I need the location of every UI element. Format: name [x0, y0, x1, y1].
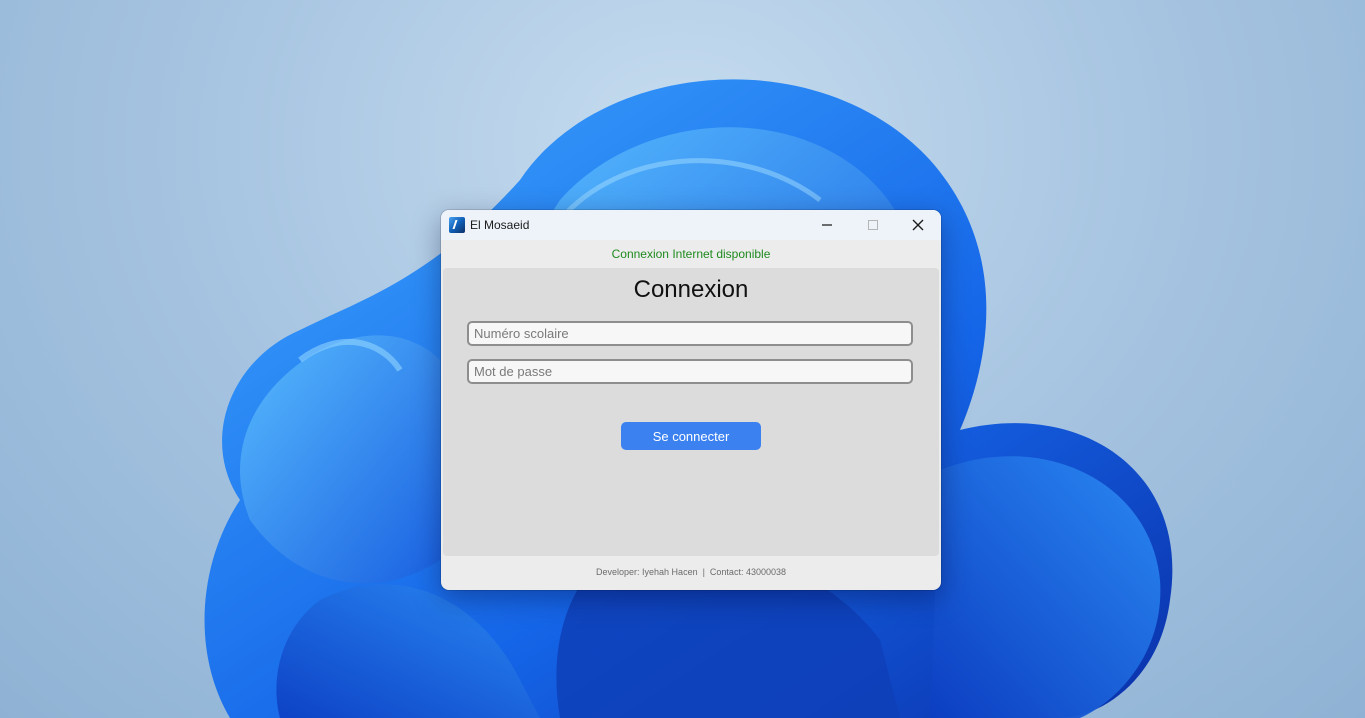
- student-number-input[interactable]: [467, 321, 913, 346]
- close-button[interactable]: [895, 210, 941, 240]
- close-icon: [912, 219, 924, 231]
- developer-credit: Developer: Iyehah Hacen: [596, 567, 698, 577]
- login-window: El Mosaeid Connexion Internet disponible…: [441, 210, 941, 590]
- title-bar[interactable]: El Mosaeid: [441, 210, 941, 240]
- footer: Developer: Iyehah Hacen | Contact: 43000…: [441, 560, 941, 584]
- footer-separator: |: [697, 567, 710, 577]
- app-logo-icon: [449, 217, 465, 233]
- login-button[interactable]: Se connecter: [621, 422, 761, 450]
- maximize-button[interactable]: [850, 210, 896, 240]
- minimize-button[interactable]: [804, 210, 850, 240]
- contact-info: Contact: 43000038: [709, 567, 786, 577]
- connection-status: Connexion Internet disponible: [611, 247, 771, 261]
- window-title: El Mosaeid: [470, 218, 530, 232]
- maximize-icon: [868, 220, 878, 230]
- password-input[interactable]: [467, 359, 913, 384]
- login-panel: Connexion Se connecter: [443, 268, 939, 556]
- minimize-icon: [822, 224, 832, 226]
- login-title: Connexion: [633, 276, 749, 303]
